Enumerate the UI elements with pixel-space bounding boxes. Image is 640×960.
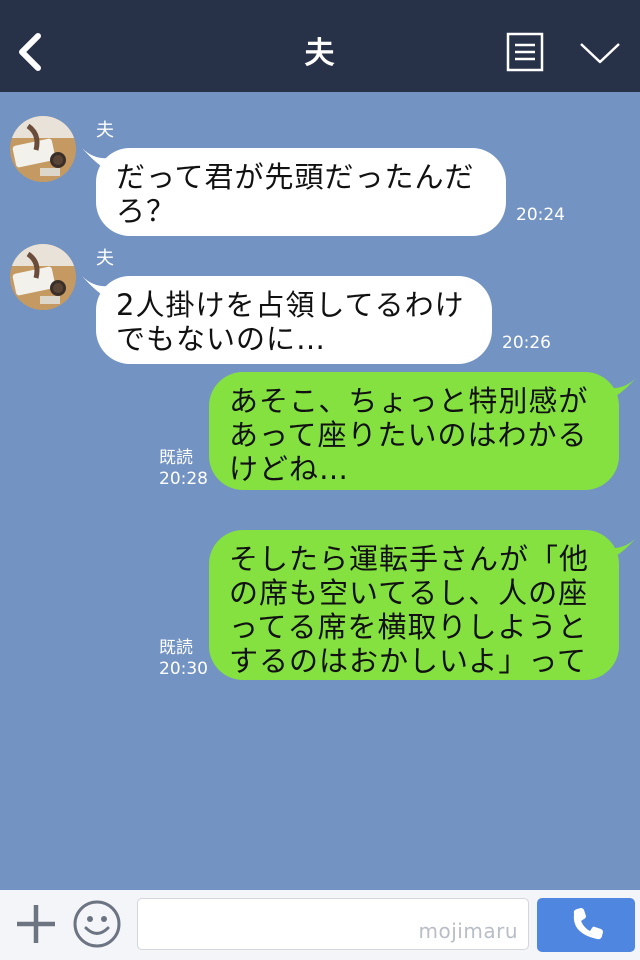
phone-icon bbox=[573, 908, 603, 940]
read-label: 既読 bbox=[159, 638, 193, 658]
avatar[interactable] bbox=[10, 116, 76, 182]
message-bubble[interactable]: あそこ、ちょっと特別感が あって座りたいのはわかる けどね… bbox=[209, 372, 619, 490]
avatar-image bbox=[10, 116, 76, 182]
chat-title: 夫 bbox=[304, 36, 336, 71]
message-time: 20:28 bbox=[159, 469, 208, 489]
chat-area[interactable]: 夫 だって君が先頭だったんだ ろ？ 20:24 夫 2人掛けを占領してるわけ で… bbox=[0, 92, 640, 890]
menu-button[interactable] bbox=[506, 32, 544, 72]
message-input[interactable]: mojimaru bbox=[137, 898, 529, 950]
watermark-text: mojimaru bbox=[418, 919, 518, 943]
input-bar: mojimaru bbox=[0, 890, 640, 960]
message-time: 20:24 bbox=[516, 205, 565, 225]
sender-name: 夫 bbox=[96, 120, 114, 141]
dropdown-button[interactable] bbox=[578, 40, 622, 68]
sender-name: 夫 bbox=[96, 248, 114, 269]
call-button[interactable] bbox=[537, 898, 635, 952]
message-bubble[interactable]: 2人掛けを占領してるわけ でもないのに… bbox=[96, 276, 492, 364]
message-time: 20:30 bbox=[159, 659, 208, 679]
read-label: 既読 bbox=[159, 448, 193, 468]
smiley-icon bbox=[73, 900, 121, 948]
read-receipt: 既読 20:30 bbox=[159, 638, 208, 680]
message-bubble[interactable]: だって君が先頭だったんだ ろ？ bbox=[96, 148, 506, 236]
message-time: 20:26 bbox=[502, 333, 551, 353]
plus-icon bbox=[17, 905, 55, 943]
message-bubble[interactable]: そしたら運転手さんが「他 の席も空いてるし、人の座 ってる席を横取りしようと す… bbox=[209, 530, 619, 680]
emoji-button[interactable] bbox=[72, 899, 122, 949]
chat-header: 夫 bbox=[0, 0, 640, 92]
document-list-icon bbox=[506, 32, 544, 72]
chevron-down-icon bbox=[580, 43, 620, 64]
read-receipt: 既読 20:28 bbox=[159, 448, 208, 490]
add-button[interactable] bbox=[14, 902, 58, 946]
avatar[interactable] bbox=[10, 244, 76, 310]
avatar-image bbox=[10, 244, 76, 310]
